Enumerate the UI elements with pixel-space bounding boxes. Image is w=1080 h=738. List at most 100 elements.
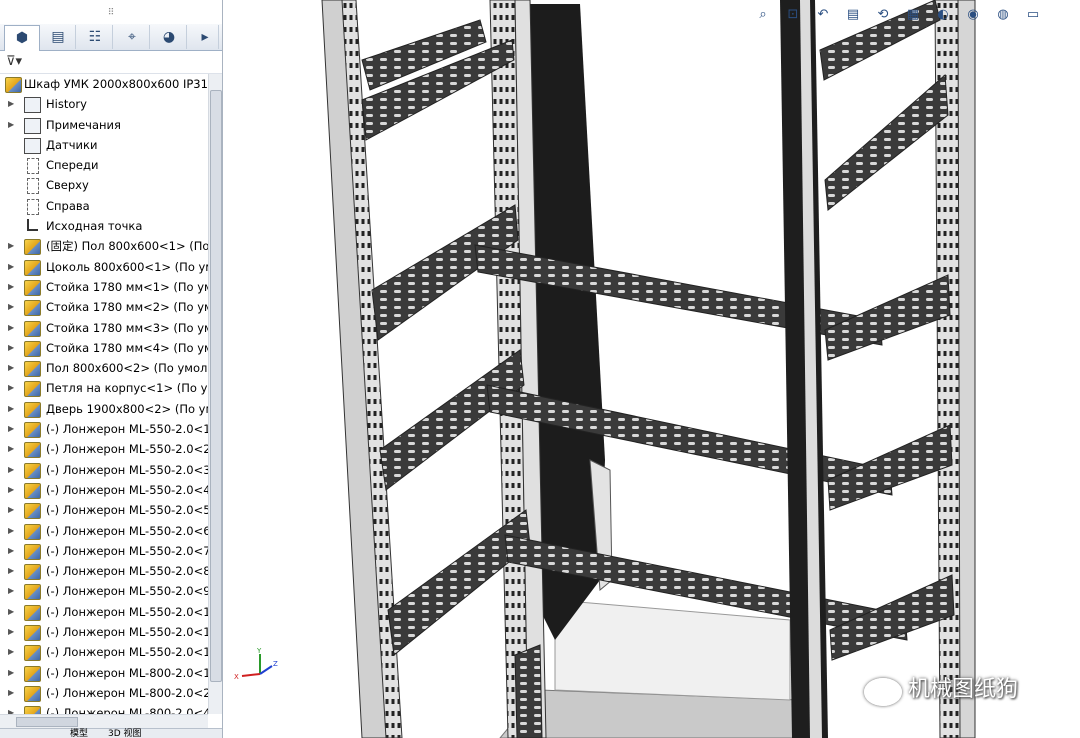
tree-item-label: Датчики xyxy=(46,137,98,152)
zoom-to-fit-icon[interactable]: ⌕ xyxy=(754,6,772,24)
tree-item[interactable]: Датчики xyxy=(0,135,208,155)
tree-item[interactable]: ▶ (-) Лонжерон ML-550-2.0<1> xyxy=(0,419,208,439)
hide-show-icon[interactable]: ◐ xyxy=(934,6,952,24)
tab-3d-views[interactable]: 3D 视图 xyxy=(108,729,142,738)
component-icon xyxy=(24,239,41,256)
panel-grip[interactable]: ⠿ xyxy=(0,6,222,20)
tree-item-label: (-) Лонжерон ML-800-2.0<4> xyxy=(46,706,208,714)
expand-arrow-icon[interactable]: ▶ xyxy=(8,399,14,419)
feature-manager-tab-icon[interactable]: ⬢ xyxy=(4,25,40,51)
expand-arrow-icon[interactable]: ▶ xyxy=(8,642,14,662)
tree-item[interactable]: ▶ Стойка 1780 мм<2> (По умо xyxy=(0,297,208,317)
tree-item[interactable]: ▶ (-) Лонжерон ML-550-2.0<11 xyxy=(0,622,208,642)
tree-item[interactable]: ▶ (-) Лонжерон ML-800-2.0<2> xyxy=(0,683,208,703)
tree-item[interactable]: ▶ (-) Лонжерон ML-550-2.0<5> xyxy=(0,500,208,520)
tree-item[interactable]: Сверху xyxy=(0,175,208,195)
expand-arrow-icon[interactable]: ▶ xyxy=(8,622,14,642)
expand-arrow-icon[interactable]: ▶ xyxy=(8,439,14,459)
apply-scene-icon[interactable]: ◍ xyxy=(994,6,1012,24)
section-view-icon[interactable]: ▤ xyxy=(844,6,862,24)
configuration-manager-tab-icon[interactable]: ☷ xyxy=(78,25,113,49)
tree-item[interactable]: ▶ (-) Лонжерон ML-800-2.0<1> xyxy=(0,663,208,683)
previous-view-icon[interactable]: ↶ xyxy=(814,6,832,24)
tree-item[interactable]: ▶ (-) Лонжерон ML-800-2.0<4> xyxy=(0,703,208,714)
tree-item-label: (-) Лонжерон ML-800-2.0<2> xyxy=(46,685,208,700)
tree-item[interactable]: Справа xyxy=(0,196,208,216)
tree-item[interactable]: ▶ Примечания xyxy=(0,115,208,135)
expand-arrow-icon[interactable]: ▶ xyxy=(8,378,14,398)
tree-item[interactable]: ▶ (-) Лонжерон ML-550-2.0<7> xyxy=(0,541,208,561)
tree-item-label: Спереди xyxy=(46,158,99,173)
expand-arrow-icon[interactable]: ▶ xyxy=(8,236,14,256)
expand-arrow-icon[interactable]: ▶ xyxy=(8,480,14,500)
expand-arrow-icon[interactable]: ▶ xyxy=(8,419,14,439)
horizontal-scrollbar[interactable] xyxy=(0,714,208,728)
expand-arrow-icon[interactable]: ▶ xyxy=(8,663,14,683)
filter-icon[interactable]: ⊽▾ xyxy=(6,54,22,69)
tree-item[interactable]: ▶ History xyxy=(0,94,208,114)
tab-more-icon[interactable]: ▸ xyxy=(192,25,219,49)
tree-item[interactable]: ▶ (-) Лонжерон ML-550-2.0<8> xyxy=(0,561,208,581)
edit-appearance-icon[interactable]: ◉ xyxy=(964,6,982,24)
component-icon xyxy=(24,665,41,682)
bottom-tabs: 模型 3D 视图 xyxy=(0,728,222,738)
expand-arrow-icon[interactable]: ▶ xyxy=(8,277,14,297)
tree-item[interactable]: ▶ (-) Лонжерон ML-550-2.0<6> xyxy=(0,521,208,541)
zoom-to-area-icon[interactable]: ⊡ xyxy=(784,6,802,24)
property-manager-tab-icon[interactable]: ▤ xyxy=(41,25,76,49)
expand-arrow-icon[interactable]: ▶ xyxy=(8,683,14,703)
tree-item[interactable]: Спереди xyxy=(0,155,208,175)
tree-item[interactable]: ▶ (-) Лонжерон ML-550-2.0<3> xyxy=(0,460,208,480)
expand-arrow-icon[interactable]: ▶ xyxy=(8,581,14,601)
expand-arrow-icon[interactable]: ▶ xyxy=(8,541,14,561)
display-manager-tab-icon[interactable]: ◕ xyxy=(152,25,187,49)
tree-item-label: (-) Лонжерон ML-550-2.0<12 xyxy=(46,645,208,660)
tree-item[interactable]: ▶ Стойка 1780 мм<1> (По умо xyxy=(0,277,208,297)
vertical-scrollbar[interactable] xyxy=(208,74,222,714)
view-orientation-icon[interactable]: ⟲ xyxy=(874,6,892,24)
component-icon xyxy=(24,442,41,459)
tree-item[interactable]: ▶ (-) Лонжерон ML-550-2.0<12 xyxy=(0,642,208,662)
tree-item[interactable]: Исходная точка xyxy=(0,216,208,236)
tree-item[interactable]: ▶ Пол 800х600<2> (По умолча xyxy=(0,358,208,378)
expand-arrow-icon[interactable]: ▶ xyxy=(8,460,14,480)
tree-item-label: Петля на корпус<1> (По умо xyxy=(46,381,208,396)
tree-item[interactable]: ▶ (-) Лонжерон ML-550-2.0<2> xyxy=(0,439,208,459)
expand-arrow-icon[interactable]: ▶ xyxy=(8,94,14,114)
tree-item[interactable]: ▶ Стойка 1780 мм<3> (По умо xyxy=(0,318,208,338)
expand-arrow-icon[interactable]: ▶ xyxy=(8,297,14,317)
vertical-scroll-thumb[interactable] xyxy=(210,90,222,682)
dimxpert-tab-icon[interactable]: ⌖ xyxy=(115,25,150,49)
tree-item[interactable]: ▶ (-) Лонжерон ML-550-2.0<4> xyxy=(0,480,208,500)
expand-arrow-icon[interactable]: ▶ xyxy=(8,257,14,277)
expand-arrow-icon[interactable]: ▶ xyxy=(8,115,14,135)
tree-root-assembly[interactable]: Шкаф УМК 2000х800х600 IP31 (I xyxy=(0,74,208,94)
expand-arrow-icon[interactable]: ▶ xyxy=(8,358,14,378)
horizontal-scroll-thumb[interactable] xyxy=(16,717,78,727)
expand-arrow-icon[interactable]: ▶ xyxy=(8,318,14,338)
expand-arrow-icon[interactable]: ▶ xyxy=(8,602,14,622)
expand-arrow-icon[interactable]: ▶ xyxy=(8,338,14,358)
tree-item[interactable]: ▶ Стойка 1780 мм<4> (По умо xyxy=(0,338,208,358)
triad-x-label: X xyxy=(234,673,239,681)
component-icon xyxy=(24,300,41,317)
component-icon xyxy=(24,604,41,621)
heads-up-toolbar: ⌕ ⊡ ↶ ▤ ⟲ ▦ ◐ ◉ ◍ ▭ xyxy=(754,6,1074,28)
tree-item[interactable]: ▶ Дверь 1900х800<2> (По умо xyxy=(0,399,208,419)
expand-arrow-icon[interactable]: ▶ xyxy=(8,521,14,541)
component-icon xyxy=(24,340,41,357)
tab-model[interactable]: 模型 xyxy=(70,729,88,738)
tree-item[interactable]: ▶ Петля на корпус<1> (По умо xyxy=(0,378,208,398)
tree-item[interactable]: ▶ Цоколь 800х600<1> (По умо xyxy=(0,257,208,277)
expand-arrow-icon[interactable]: ▶ xyxy=(8,703,14,714)
folder-icon xyxy=(24,137,41,154)
tree-item[interactable]: ▶ (固定) Пол 800х600<1> (По ум xyxy=(0,236,208,256)
tree-item-label: (-) Лонжерон ML-550-2.0<6> xyxy=(46,523,208,538)
graphics-area[interactable]: ⌕ ⊡ ↶ ▤ ⟲ ▦ ◐ ◉ ◍ ▭ 机械图纸狗 xyxy=(223,0,1080,738)
tree-item[interactable]: ▶ (-) Лонжерон ML-550-2.0<10 xyxy=(0,602,208,622)
display-style-icon[interactable]: ▦ xyxy=(904,6,922,24)
expand-arrow-icon[interactable]: ▶ xyxy=(8,561,14,581)
tree-item[interactable]: ▶ (-) Лонжерон ML-550-2.0<9> xyxy=(0,581,208,601)
expand-arrow-icon[interactable]: ▶ xyxy=(8,500,14,520)
view-settings-icon[interactable]: ▭ xyxy=(1024,6,1042,24)
